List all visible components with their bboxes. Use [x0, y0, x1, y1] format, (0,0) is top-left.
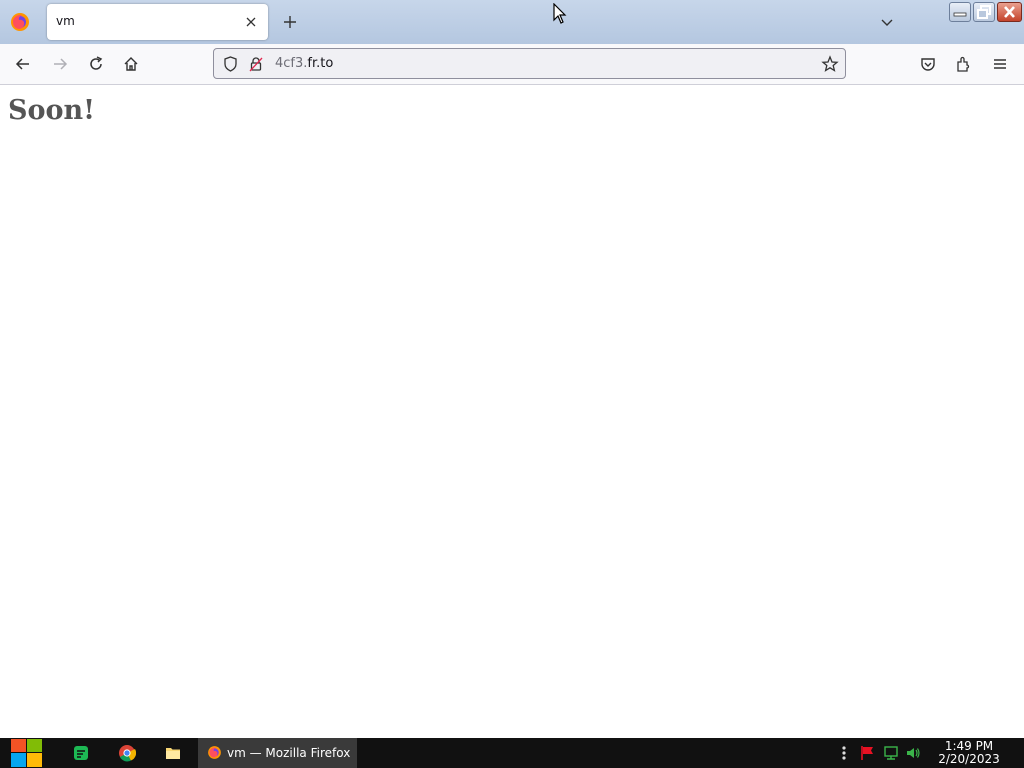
close-window-icon	[1004, 6, 1015, 18]
taskbar-task-firefox[interactable]: vm — Mozilla Firefox	[198, 738, 357, 768]
action-center-flag-icon[interactable]	[859, 745, 875, 761]
url-text[interactable]: 4cf3.fr.to	[275, 56, 333, 71]
shield-icon[interactable]	[222, 55, 239, 73]
volume-icon[interactable]	[905, 745, 921, 761]
minimize-icon	[953, 12, 967, 17]
insecure-lock-icon[interactable]	[248, 55, 264, 73]
taskbar: vm — Mozilla Firefox 1:49 PM 2/20/2023	[0, 738, 1024, 768]
pocket-icon[interactable]	[919, 55, 937, 73]
star-icon[interactable]	[821, 55, 839, 73]
hamburger-menu-icon[interactable]	[991, 55, 1009, 73]
overflow-dots-icon[interactable]	[836, 745, 852, 761]
chrome-icon[interactable]	[118, 744, 136, 762]
firefox-logo-icon[interactable]	[8, 10, 32, 34]
page-heading: Soon!	[8, 95, 95, 126]
restore-icon	[977, 5, 991, 19]
system-clock[interactable]: 1:49 PM 2/20/2023	[936, 740, 1002, 766]
restore-button[interactable]	[973, 2, 995, 22]
file-explorer-icon[interactable]	[164, 744, 182, 762]
home-icon[interactable]	[122, 55, 140, 73]
extensions-icon[interactable]	[955, 55, 973, 73]
close-icon[interactable]	[244, 15, 258, 29]
close-window-button[interactable]	[997, 2, 1022, 22]
tab-title: vm	[56, 14, 75, 28]
navigation-toolbar: 4cf3.fr.to	[0, 44, 1024, 85]
back-arrow-icon[interactable]	[14, 55, 32, 73]
page-content: Soon!	[0, 85, 1024, 738]
clock-date: 2/20/2023	[938, 752, 1000, 766]
firefox-icon	[208, 746, 221, 759]
reload-icon[interactable]	[87, 55, 105, 73]
plus-icon[interactable]	[281, 13, 299, 31]
windows-start-icon[interactable]	[10, 738, 43, 768]
network-icon[interactable]	[883, 745, 899, 761]
url-domain: fr.to	[307, 56, 334, 71]
mouse-cursor-icon	[553, 3, 567, 24]
screen: vm 4cf3.fr.to Soon! vm — Mozilla Firefox…	[0, 0, 1024, 768]
tab-strip: vm	[0, 0, 1024, 44]
url-subdomain: 4cf3.	[275, 56, 308, 71]
tab-active[interactable]: vm	[47, 4, 268, 40]
minimize-button[interactable]	[949, 2, 971, 22]
url-bar[interactable]: 4cf3.fr.to	[213, 48, 846, 79]
notes-app-icon[interactable]	[72, 744, 90, 762]
chevron-down-icon[interactable]	[879, 14, 895, 30]
forward-arrow-icon[interactable]	[51, 55, 69, 73]
taskbar-task-label: vm — Mozilla Firefox	[227, 746, 351, 760]
